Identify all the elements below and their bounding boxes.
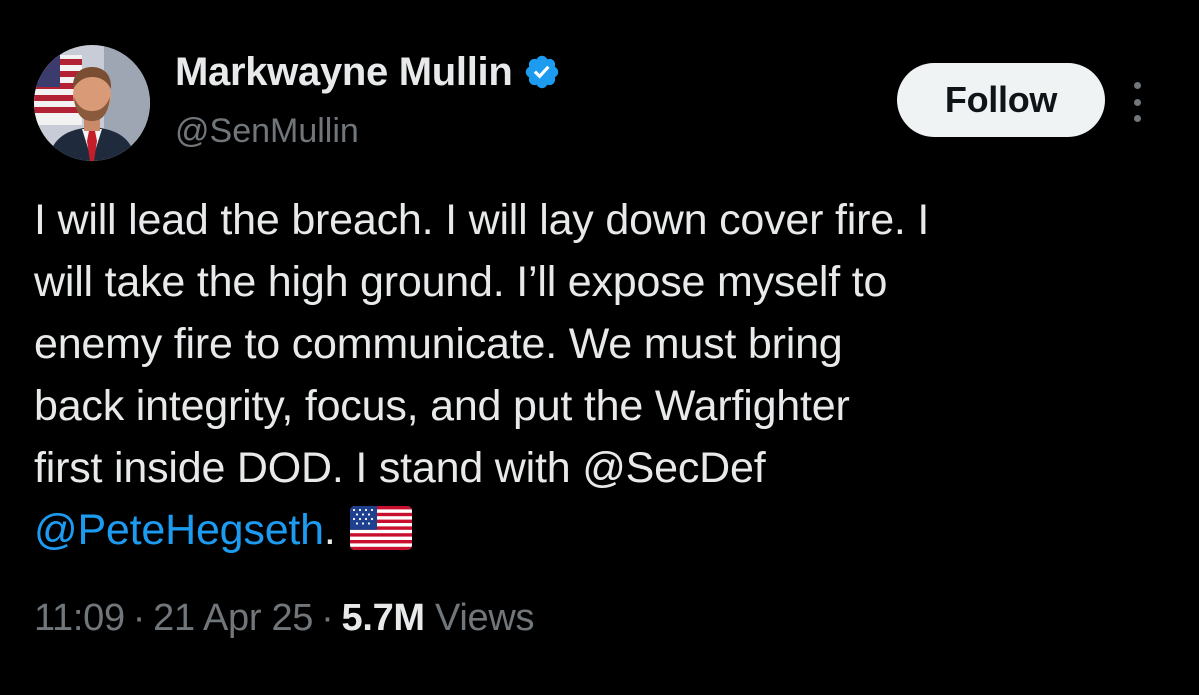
meta-separator: · bbox=[321, 597, 334, 639]
follow-button[interactable]: Follow bbox=[897, 63, 1105, 137]
more-dot bbox=[1133, 82, 1141, 89]
avatar-image bbox=[34, 45, 150, 161]
tweet-meta: 11:09 · 21 Apr 25 · 5.7M Views bbox=[34, 597, 535, 640]
tweet-card: Markwayne Mullin @SenMullin Follow I wil… bbox=[0, 0, 1199, 695]
tweet-line: will take the high ground. I’ll expose m… bbox=[34, 258, 888, 306]
handle[interactable]: @SenMullin bbox=[175, 112, 561, 151]
author-info: Markwayne Mullin @SenMullin bbox=[175, 44, 561, 151]
mention-link[interactable]: @PeteHegseth bbox=[34, 506, 324, 554]
more-vertical-icon[interactable] bbox=[1127, 82, 1147, 122]
tweet-date[interactable]: 21 Apr 25 bbox=[153, 597, 313, 639]
display-name[interactable]: Markwayne Mullin bbox=[175, 50, 513, 95]
name-row: Markwayne Mullin bbox=[175, 44, 561, 100]
more-dot bbox=[1133, 98, 1141, 106]
views-count[interactable]: 5.7M bbox=[342, 597, 426, 639]
tweet-line-last: @PeteHegseth. bbox=[34, 499, 1184, 561]
verified-badge-icon bbox=[525, 55, 558, 89]
tweet-line: enemy fire to communicate. We must bring bbox=[34, 320, 843, 368]
tweet-line: I will lead the breach. I will lay down … bbox=[34, 196, 930, 244]
us-flag-icon bbox=[349, 506, 412, 550]
more-dot bbox=[1133, 115, 1141, 122]
tweet-line: first inside DOD. I stand with @SecDef bbox=[34, 444, 766, 492]
views-label: Views bbox=[435, 597, 535, 639]
avatar[interactable] bbox=[34, 45, 150, 161]
meta-separator: · bbox=[132, 597, 146, 639]
tweet-line: back integrity, focus, and put the Warfi… bbox=[34, 382, 850, 430]
tweet-punctuation: . bbox=[323, 506, 336, 554]
tweet-text: I will lead the breach. I will lay down … bbox=[34, 189, 1184, 561]
tweet-time[interactable]: 11:09 bbox=[34, 597, 125, 639]
